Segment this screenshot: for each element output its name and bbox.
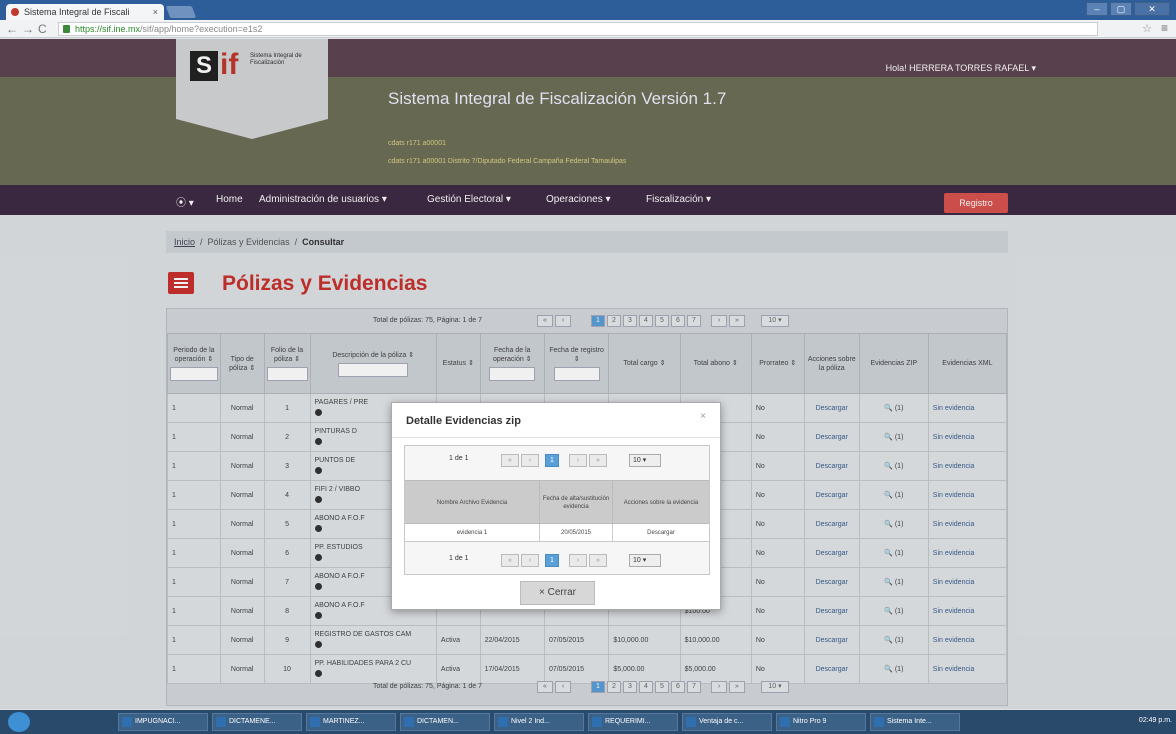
lock-icon	[63, 25, 70, 33]
address-bar: ← → C https://sif.ine.mx/sif/app/home?ex…	[0, 20, 1176, 38]
taskbar-item-label: IMPUGNACI...	[135, 718, 181, 725]
taskbar-item-label: Nivel 2 Ind...	[511, 718, 550, 725]
maximize-icon[interactable]: ▢	[1110, 2, 1132, 16]
app-icon	[592, 717, 602, 727]
taskbar-item[interactable]: Nivel 2 Ind...	[494, 713, 584, 731]
start-button[interactable]	[8, 712, 30, 732]
taskbar-item-label: REQUERIMI...	[605, 718, 651, 725]
taskbar-item-label: DICTAMENE...	[229, 718, 276, 725]
new-tab-button[interactable]	[165, 6, 197, 18]
browser-window: Sistema Integral de Fiscali × – ▢ ✕ ← → …	[0, 0, 1176, 734]
evidence-date: 20/05/2015	[539, 524, 613, 542]
first-page-button[interactable]: «	[501, 454, 519, 467]
table-row: evidencia 1 20/05/2015 Descargar	[405, 524, 709, 542]
app-icon	[874, 717, 884, 727]
app-icon	[216, 717, 226, 727]
next-page-button[interactable]: ›	[569, 554, 587, 567]
back-icon[interactable]: ←	[6, 22, 18, 36]
next-page-button[interactable]: ›	[569, 454, 587, 467]
col-acciones-evidencia: Acciones sobre la evidencia	[623, 500, 699, 506]
browser-menu-icon[interactable]: ≡	[1161, 21, 1168, 35]
browser-tab[interactable]: Sistema Integral de Fiscali ×	[6, 4, 164, 20]
evidencias-zip-modal: Detalle Evidencias zip × 1 de 1 « ‹ 1 › …	[391, 402, 721, 610]
tab-close-icon[interactable]: ×	[153, 4, 158, 20]
favicon-icon	[11, 8, 19, 16]
modal-table: 1 de 1 « ‹ 1 › » 10 ▾ Nombre Archivo Evi…	[404, 445, 710, 575]
taskbar-item[interactable]: REQUERIMI...	[588, 713, 678, 731]
taskbar-item[interactable]: DICTAMEN...	[400, 713, 490, 731]
last-page-button[interactable]: »	[589, 454, 607, 467]
col-nombre-archivo: Nombre Archivo Evidencia	[436, 500, 508, 506]
url-path: /sif/app/home?execution=e1s2	[140, 24, 263, 34]
bookmark-star-icon[interactable]: ☆	[1142, 22, 1152, 35]
taskbar-item[interactable]: IMPUGNACI...	[118, 713, 208, 731]
url-input[interactable]: https://sif.ine.mx/sif/app/home?executio…	[58, 22, 1098, 36]
minimize-icon[interactable]: –	[1086, 2, 1108, 16]
evidence-name: evidencia 1	[456, 530, 488, 536]
taskbar-item[interactable]: Nitro Pro 9	[776, 713, 866, 731]
first-page-button[interactable]: «	[501, 554, 519, 567]
taskbar-item-label: DICTAMEN...	[417, 718, 459, 725]
cerrar-button[interactable]: × Cerrar	[520, 581, 595, 605]
page-button[interactable]: 1	[545, 454, 559, 467]
app-icon	[310, 717, 320, 727]
tab-bar: Sistema Integral de Fiscali × – ▢ ✕	[0, 0, 1176, 20]
rows-per-page-select[interactable]: 10 ▾	[629, 454, 661, 467]
app-icon	[122, 717, 132, 727]
pager-label: 1 de 1	[449, 555, 469, 562]
app-icon	[404, 717, 414, 727]
close-window-icon[interactable]: ✕	[1134, 2, 1170, 16]
prev-page-button[interactable]: ‹	[521, 554, 539, 567]
modal-title: Detalle Evidencias zip	[406, 415, 521, 427]
url-secure: https://sif.ine.mx	[75, 24, 141, 34]
modal-pager-bottom: 1 de 1 « ‹ 1 › » 10 ▾	[405, 546, 709, 574]
taskbar-item-label: Sistema Inte...	[887, 718, 932, 725]
app-icon	[780, 717, 790, 727]
taskbar-item[interactable]: Ventaja de c...	[682, 713, 772, 731]
modal-close-icon[interactable]: ×	[700, 411, 706, 422]
app-icon	[498, 717, 508, 727]
window-controls: – ▢ ✕	[1086, 2, 1170, 16]
taskbar-item-label: Ventaja de c...	[699, 718, 744, 725]
app-icon	[686, 717, 696, 727]
reload-icon[interactable]: C	[38, 22, 47, 36]
last-page-button[interactable]: »	[589, 554, 607, 567]
forward-icon[interactable]: →	[22, 22, 34, 36]
modal-table-header: Nombre Archivo Evidencia Fecha de alta/s…	[405, 480, 709, 525]
tab-title: Sistema Integral de Fiscali	[24, 7, 130, 17]
windows-taskbar: IMPUGNACI... DICTAMENE... MARTINEZ... DICTA…	[0, 710, 1176, 734]
download-link[interactable]: Descargar	[613, 524, 709, 542]
taskbar-item-label: MARTINEZ...	[323, 718, 365, 725]
taskbar-item[interactable]: DICTAMENE...	[212, 713, 302, 731]
pager-label: 1 de 1	[449, 455, 469, 462]
taskbar-item[interactable]: MARTINEZ...	[306, 713, 396, 731]
prev-page-button[interactable]: ‹	[521, 454, 539, 467]
col-fecha-alta: Fecha de alta/sustitución evidencia	[539, 481, 613, 525]
taskbar-item[interactable]: Sistema Inte...	[870, 713, 960, 731]
modal-pager-top: 1 de 1 « ‹ 1 › » 10 ▾	[405, 446, 709, 474]
divider	[392, 437, 720, 438]
page-button[interactable]: 1	[545, 554, 559, 567]
rows-per-page-select[interactable]: 10 ▾	[629, 554, 661, 567]
taskbar-clock: 02:49 p.m.	[1138, 717, 1172, 724]
taskbar-item-label: Nitro Pro 9	[793, 718, 827, 725]
